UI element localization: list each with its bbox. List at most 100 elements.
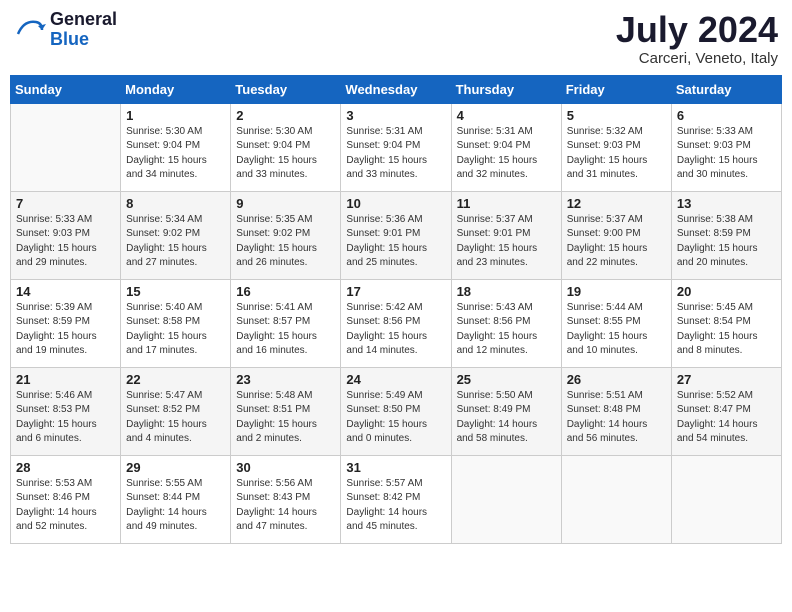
day-content: Sunrise: 5:38 AMSunset: 8:59 PMDaylight:…: [677, 213, 776, 271]
day-number: 7: [16, 196, 115, 211]
calendar-cell: 16 Sunrise: 5:41 AMSunset: 8:57 PMDayligh…: [231, 279, 341, 367]
day-content: Sunrise: 5:55 AMSunset: 8:44 PMDaylight:…: [126, 477, 225, 535]
calendar-cell: [561, 455, 671, 543]
day-number: 12: [567, 196, 666, 211]
calendar-cell: 3 Sunrise: 5:31 AMSunset: 9:04 PMDaylight…: [341, 103, 451, 191]
day-number: 30: [236, 460, 335, 475]
calendar-cell: 15 Sunrise: 5:40 AMSunset: 8:58 PMDayligh…: [121, 279, 231, 367]
calendar-cell: 7 Sunrise: 5:33 AMSunset: 9:03 PMDaylight…: [11, 191, 121, 279]
calendar-cell: 9 Sunrise: 5:35 AMSunset: 9:02 PMDaylight…: [231, 191, 341, 279]
day-number: 28: [16, 460, 115, 475]
calendar-cell: [11, 103, 121, 191]
day-content: Sunrise: 5:31 AMSunset: 9:04 PMDaylight:…: [457, 125, 556, 183]
calendar-cell: 22 Sunrise: 5:47 AMSunset: 8:52 PMDayligh…: [121, 367, 231, 455]
calendar-cell: 5 Sunrise: 5:32 AMSunset: 9:03 PMDaylight…: [561, 103, 671, 191]
logo: General Blue: [14, 10, 117, 50]
day-content: Sunrise: 5:49 AMSunset: 8:50 PMDaylight:…: [346, 389, 445, 447]
day-number: 1: [126, 108, 225, 123]
day-content: Sunrise: 5:56 AMSunset: 8:43 PMDaylight:…: [236, 477, 335, 535]
calendar-cell: 19Sunrise: 5:44 AMSunset: 8:55 PMDayligh…: [561, 279, 671, 367]
day-content: Sunrise: 5:36 AMSunset: 9:01 PMDaylight:…: [346, 213, 445, 271]
day-content: Sunrise: 5:45 AMSunset: 8:54 PMDaylight:…: [677, 301, 776, 359]
day-number: 13: [677, 196, 776, 211]
day-number: 23: [236, 372, 335, 387]
calendar-header-row: SundayMondayTuesdayWednesdayThursdayFrid…: [11, 75, 782, 103]
day-content: Sunrise: 5:32 AMSunset: 9:03 PMDaylight:…: [567, 125, 666, 183]
calendar-cell: 14 Sunrise: 5:39 AMSunset: 8:59 PMDayligh…: [11, 279, 121, 367]
logo-icon: [14, 14, 46, 46]
day-number: 21: [16, 372, 115, 387]
calendar-cell: 23 Sunrise: 5:48 AMSunset: 8:51 PMDayligh…: [231, 367, 341, 455]
logo-general: General: [50, 10, 117, 30]
day-number: 29: [126, 460, 225, 475]
calendar-cell: [671, 455, 781, 543]
calendar-cell: 30 Sunrise: 5:56 AMSunset: 8:43 PMDayligh…: [231, 455, 341, 543]
calendar-cell: 8Sunrise: 5:34 AMSunset: 9:02 PMDaylight…: [121, 191, 231, 279]
calendar-week-3: 14 Sunrise: 5:39 AMSunset: 8:59 PMDayligh…: [11, 279, 782, 367]
logo-blue: Blue: [50, 30, 117, 50]
day-number: 22: [126, 372, 225, 387]
day-number: 4: [457, 108, 556, 123]
calendar-week-4: 21 Sunrise: 5:46 AMSunset: 8:53 PMDayligh…: [11, 367, 782, 455]
column-header-friday: Friday: [561, 75, 671, 103]
logo-text: General Blue: [50, 10, 117, 50]
day-number: 6: [677, 108, 776, 123]
day-content: Sunrise: 5:33 AMSunset: 9:03 PMDaylight:…: [16, 213, 115, 271]
calendar-cell: 2 Sunrise: 5:30 AMSunset: 9:04 PMDaylight…: [231, 103, 341, 191]
day-number: 27: [677, 372, 776, 387]
calendar-cell: 17 Sunrise: 5:42 AMSunset: 8:56 PMDayligh…: [341, 279, 451, 367]
column-header-sunday: Sunday: [11, 75, 121, 103]
calendar-cell: 26 Sunrise: 5:51 AMSunset: 8:48 PMDayligh…: [561, 367, 671, 455]
calendar-cell: 31 Sunrise: 5:57 AMSunset: 8:42 PMDayligh…: [341, 455, 451, 543]
day-number: 14: [16, 284, 115, 299]
day-content: Sunrise: 5:57 AMSunset: 8:42 PMDaylight:…: [346, 477, 445, 535]
day-content: Sunrise: 5:41 AMSunset: 8:57 PMDaylight:…: [236, 301, 335, 359]
day-number: 11: [457, 196, 556, 211]
calendar-cell: 27 Sunrise: 5:52 AMSunset: 8:47 PMDayligh…: [671, 367, 781, 455]
day-content: Sunrise: 5:47 AMSunset: 8:52 PMDaylight:…: [126, 389, 225, 447]
column-header-thursday: Thursday: [451, 75, 561, 103]
day-number: 20: [677, 284, 776, 299]
day-content: Sunrise: 5:30 AMSunset: 9:04 PMDaylight:…: [236, 125, 335, 183]
day-content: Sunrise: 5:31 AMSunset: 9:04 PMDaylight:…: [346, 125, 445, 183]
day-content: Sunrise: 5:37 AMSunset: 9:01 PMDaylight:…: [457, 213, 556, 271]
day-content: Sunrise: 5:51 AMSunset: 8:48 PMDaylight:…: [567, 389, 666, 447]
column-header-saturday: Saturday: [671, 75, 781, 103]
day-number: 26: [567, 372, 666, 387]
day-number: 9: [236, 196, 335, 211]
day-content: Sunrise: 5:43 AMSunset: 8:56 PMDaylight:…: [457, 301, 556, 359]
day-number: 16: [236, 284, 335, 299]
day-content: Sunrise: 5:48 AMSunset: 8:51 PMDaylight:…: [236, 389, 335, 447]
day-content: Sunrise: 5:46 AMSunset: 8:53 PMDaylight:…: [16, 389, 115, 447]
day-number: 17: [346, 284, 445, 299]
day-content: Sunrise: 5:30 AMSunset: 9:04 PMDaylight:…: [126, 125, 225, 183]
day-content: Sunrise: 5:40 AMSunset: 8:58 PMDaylight:…: [126, 301, 225, 359]
calendar-cell: 24Sunrise: 5:49 AMSunset: 8:50 PMDayligh…: [341, 367, 451, 455]
column-header-monday: Monday: [121, 75, 231, 103]
calendar-cell: 21 Sunrise: 5:46 AMSunset: 8:53 PMDayligh…: [11, 367, 121, 455]
day-number: 15: [126, 284, 225, 299]
calendar-week-5: 28 Sunrise: 5:53 AMSunset: 8:46 PMDayligh…: [11, 455, 782, 543]
day-number: 31: [346, 460, 445, 475]
day-content: Sunrise: 5:53 AMSunset: 8:46 PMDaylight:…: [16, 477, 115, 535]
day-content: Sunrise: 5:35 AMSunset: 9:02 PMDaylight:…: [236, 213, 335, 271]
day-content: Sunrise: 5:44 AMSunset: 8:55 PMDaylight:…: [567, 301, 666, 359]
calendar-cell: 1 Sunrise: 5:30 AMSunset: 9:04 PMDaylight…: [121, 103, 231, 191]
calendar-cell: 10Sunrise: 5:36 AMSunset: 9:01 PMDayligh…: [341, 191, 451, 279]
day-content: Sunrise: 5:52 AMSunset: 8:47 PMDaylight:…: [677, 389, 776, 447]
calendar-cell: 11 Sunrise: 5:37 AMSunset: 9:01 PMDayligh…: [451, 191, 561, 279]
day-content: Sunrise: 5:39 AMSunset: 8:59 PMDaylight:…: [16, 301, 115, 359]
calendar-week-1: 1 Sunrise: 5:30 AMSunset: 9:04 PMDaylight…: [11, 103, 782, 191]
day-number: 2: [236, 108, 335, 123]
calendar-cell: 4 Sunrise: 5:31 AMSunset: 9:04 PMDaylight…: [451, 103, 561, 191]
calendar-cell: 25Sunrise: 5:50 AMSunset: 8:49 PMDayligh…: [451, 367, 561, 455]
column-header-tuesday: Tuesday: [231, 75, 341, 103]
day-number: 5: [567, 108, 666, 123]
column-header-wednesday: Wednesday: [341, 75, 451, 103]
day-content: Sunrise: 5:37 AMSunset: 9:00 PMDaylight:…: [567, 213, 666, 271]
day-number: 3: [346, 108, 445, 123]
day-content: Sunrise: 5:42 AMSunset: 8:56 PMDaylight:…: [346, 301, 445, 359]
calendar-cell: 29 Sunrise: 5:55 AMSunset: 8:44 PMDayligh…: [121, 455, 231, 543]
day-content: Sunrise: 5:50 AMSunset: 8:49 PMDaylight:…: [457, 389, 556, 447]
day-number: 18: [457, 284, 556, 299]
